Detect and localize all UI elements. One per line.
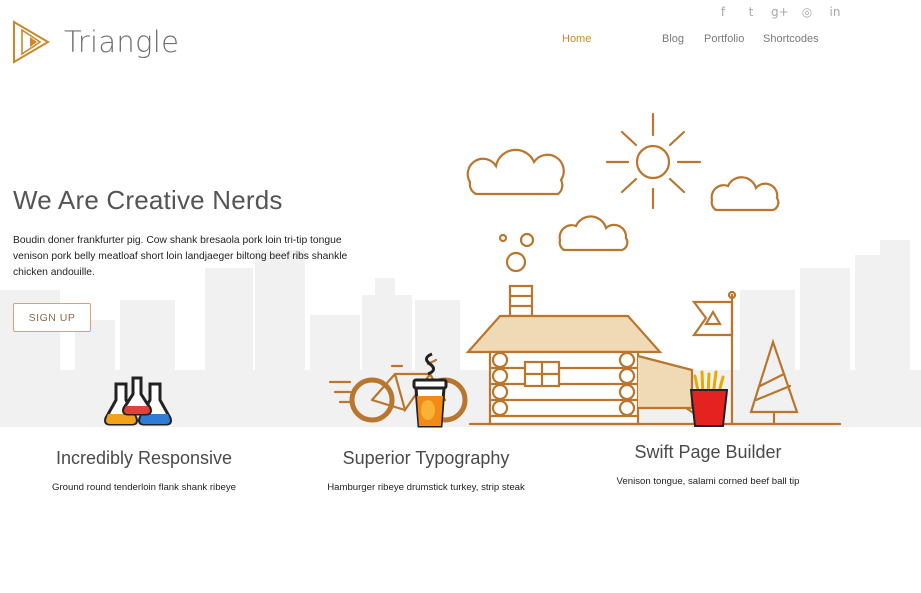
feature-typography: Superior Typography Hamburger ribeye dru… [286, 352, 566, 495]
signup-button[interactable]: SIGN UP [13, 303, 91, 332]
feature-title: Superior Typography [342, 448, 510, 468]
feature-text: Hamburger ribeye drumstick turkey, strip… [327, 482, 525, 493]
feature-title: Swift Page Builder [634, 442, 782, 462]
social-links: f t g+ ◎ in [715, 5, 843, 19]
google-plus-icon[interactable]: g+ [771, 5, 789, 19]
hero-title: We Are Creative Nerds [13, 185, 283, 215]
dribbble-icon[interactable]: ◎ [799, 5, 815, 19]
main-nav: Home Blog Portfolio Shortcodes [0, 33, 921, 47]
nav-home[interactable]: Home [562, 33, 591, 45]
nav-blog[interactable]: Blog [662, 33, 684, 45]
nav-portfolio[interactable]: Portfolio [704, 33, 744, 45]
hero-description: Boudin doner frankfurter pig. Cow shank … [13, 235, 348, 278]
feature-page-builder: Swift Page Builder Venison tongue, salam… [568, 370, 848, 489]
feature-text: Venison tongue, salami corned beef ball … [616, 476, 800, 487]
facebook-icon[interactable]: f [715, 5, 731, 19]
feature-title: Incredibly Responsive [55, 448, 233, 468]
fries-icon [689, 370, 729, 427]
coffee-cup-icon [412, 352, 448, 428]
feature-text: Ground round tenderloin flank shank ribe… [52, 482, 236, 493]
flasks-icon [104, 376, 172, 426]
feature-responsive: Incredibly Responsive Ground round tende… [4, 376, 284, 495]
nav-shortcodes[interactable]: Shortcodes [763, 33, 819, 45]
linkedin-icon[interactable]: in [827, 5, 843, 19]
twitter-icon[interactable]: t [743, 5, 759, 19]
